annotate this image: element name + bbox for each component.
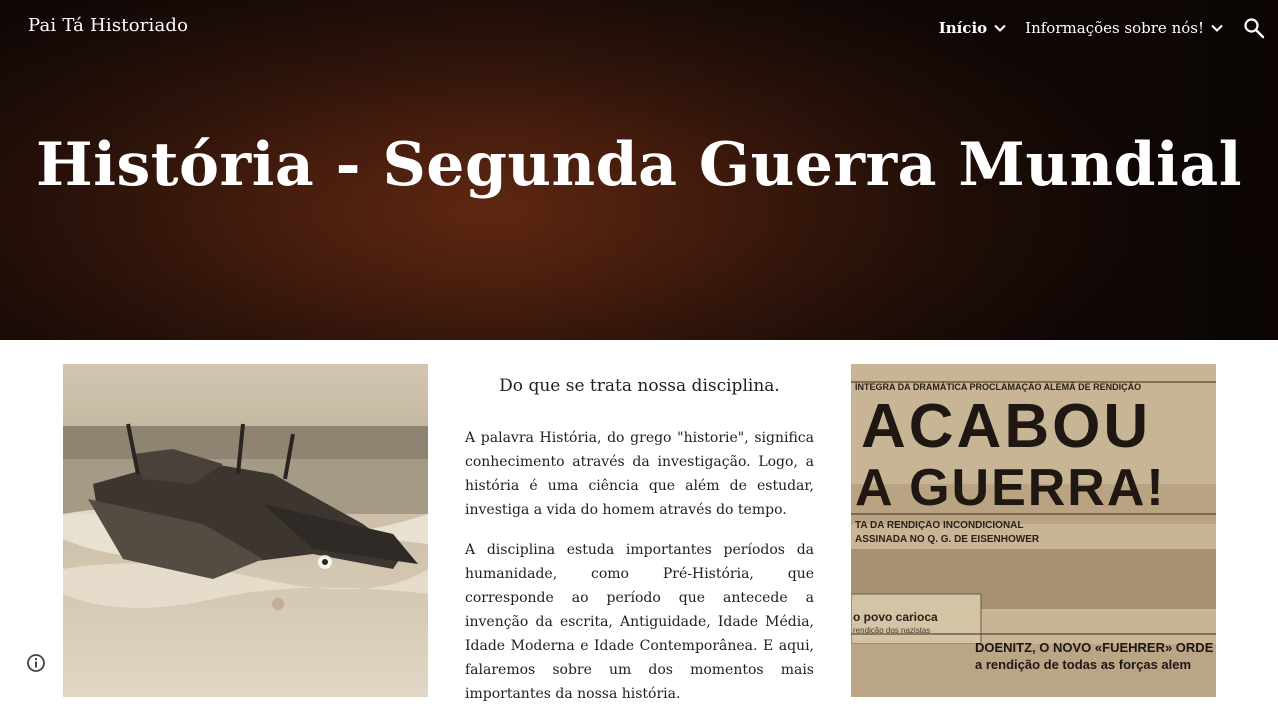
newspaper-bottom-headline: DOENITZ, O NOVO «FUEHRER» ORDE <box>975 640 1214 655</box>
newspaper-box-text-2: rendição dos nazistas <box>853 626 931 635</box>
airplane-wreck-image <box>63 364 428 697</box>
paragraph: A disciplina estuda importantes períodos… <box>465 542 814 702</box>
chevron-down-icon[interactable] <box>993 21 1007 35</box>
section-title: Do que se trata nossa disciplina. <box>499 376 780 396</box>
nav-item-inicio[interactable]: Início <box>939 19 1007 37</box>
newspaper-image: ÍNTEGRA DA DRAMÁTICA PROCLAMAÇÃO ALEMÃ D… <box>851 364 1216 697</box>
newspaper-headline-2: A GUERRA! <box>855 460 1166 516</box>
nav-item-label: Informações sobre nós! <box>1025 19 1204 37</box>
search-icon[interactable] <box>1242 16 1266 40</box>
newspaper-subline-2: ASSINADA NO Q. G. DE EISENHOWER <box>855 534 1040 545</box>
nav-item-label: Início <box>938 19 988 37</box>
page-title: História - Segunda Guerra Mundial <box>36 130 1242 200</box>
hero-banner: Pai Tá Historiado Início Informações sob… <box>0 0 1278 340</box>
newspaper-box-text-1: o povo carioca <box>853 610 938 624</box>
site-title[interactable]: Pai Tá Historiado <box>28 15 188 36</box>
newspaper-subline-1: TA DA RENDIÇÃO INCONDICIONAL <box>855 520 1024 531</box>
newspaper-bottom-subline: a rendição de todas as forças alem <box>975 657 1192 672</box>
info-icon[interactable] <box>26 653 46 673</box>
top-navigation: Início Informações sobre nós! <box>939 16 1278 40</box>
newspaper-headline-1: ACABOU <box>861 394 1152 460</box>
paragraph: A palavra História, do grego "historie",… <box>465 430 814 518</box>
newspaper-top-line: ÍNTEGRA DA DRAMÁTICA PROCLAMAÇÃO ALEMÃ D… <box>855 382 1142 392</box>
main-content: Do que se trata nossa disciplina. A pala… <box>465 376 814 722</box>
chevron-down-icon[interactable] <box>1210 21 1224 35</box>
nav-item-informacoes[interactable]: Informações sobre nós! <box>1025 19 1224 37</box>
